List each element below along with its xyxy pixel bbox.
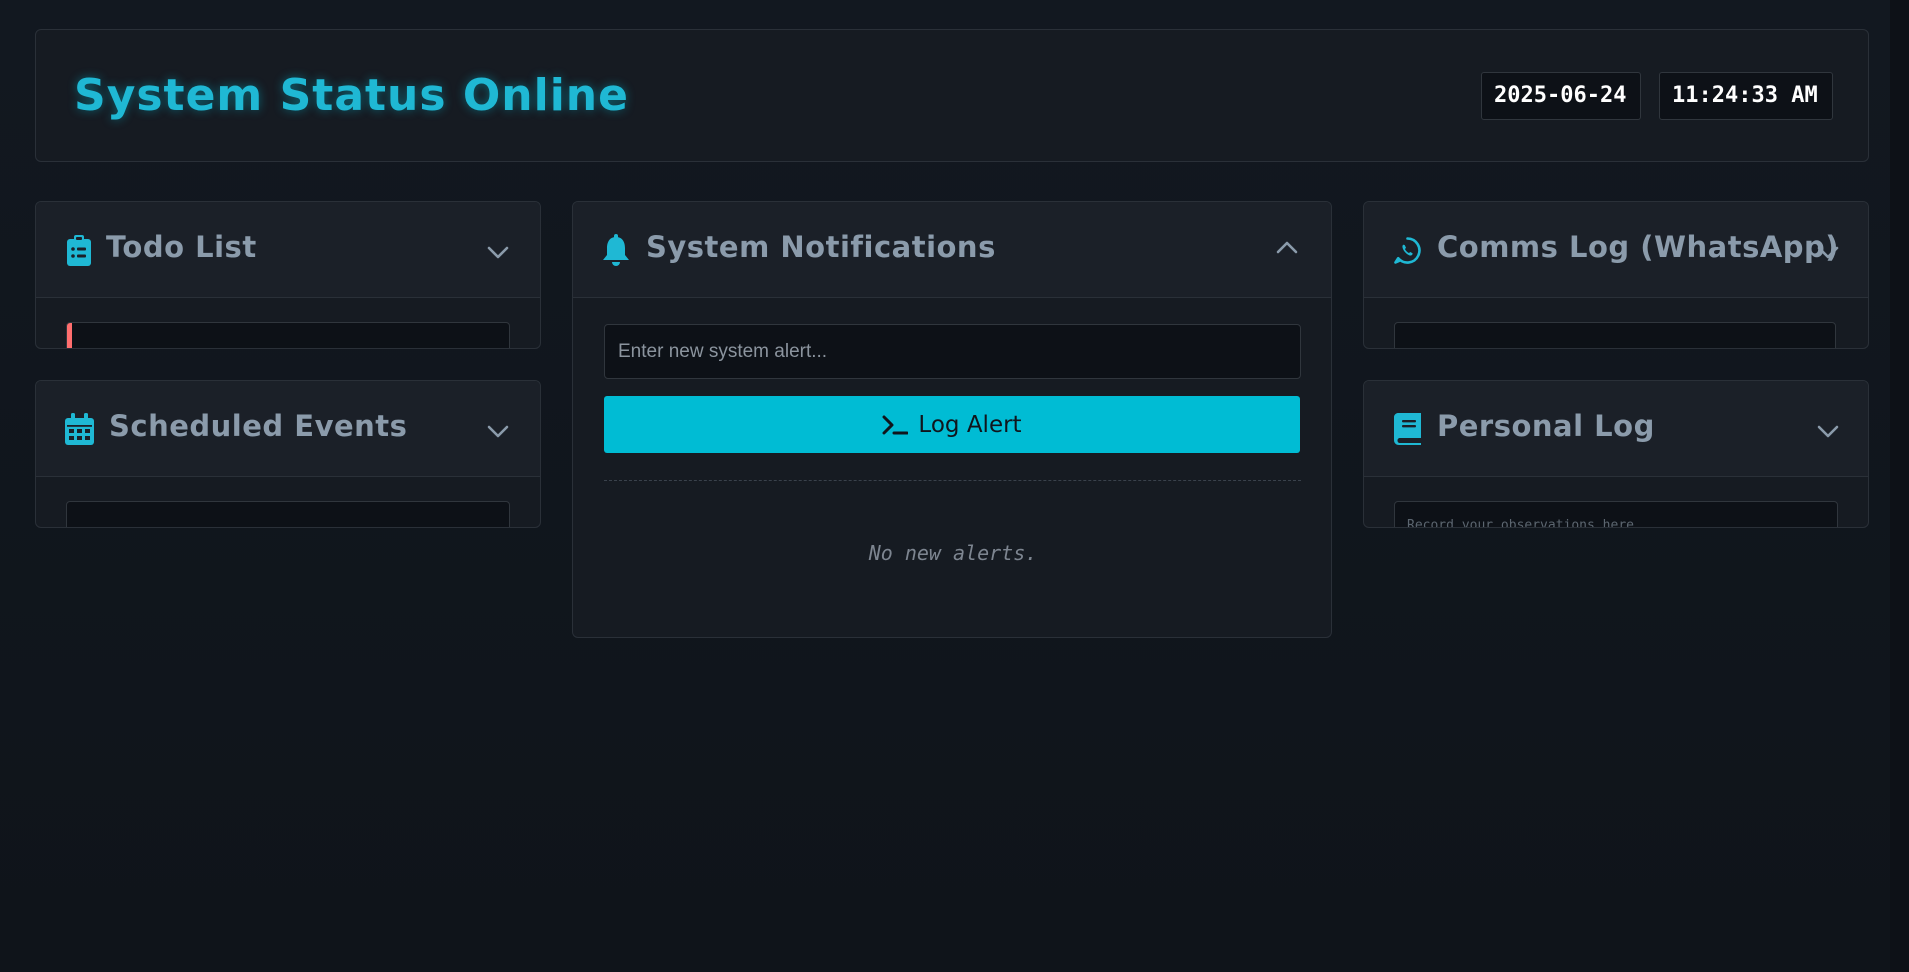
- book-icon: [1392, 413, 1422, 445]
- log-alert-button[interactable]: Log Alert: [604, 396, 1300, 453]
- events-panel-header[interactable]: Scheduled Events: [36, 381, 540, 477]
- comms-panel-title: Comms Log (WhatsApp): [1437, 230, 1840, 264]
- terminal-icon: [882, 415, 909, 434]
- alert-input[interactable]: [604, 324, 1301, 379]
- personal-log-panel-header[interactable]: Personal Log: [1364, 381, 1868, 477]
- events-panel: Scheduled Events: [35, 380, 541, 528]
- comms-panel-header[interactable]: Comms Log (WhatsApp): [1364, 202, 1868, 298]
- event-item[interactable]: [66, 501, 510, 527]
- chevron-down-icon[interactable]: [486, 240, 510, 264]
- bell-icon: [601, 234, 631, 266]
- comms-entry[interactable]: [1394, 322, 1836, 348]
- clipboard-list-icon: [64, 234, 94, 266]
- priority-indicator: [67, 323, 72, 348]
- dashboard-page: System Status Online 2025-06-24 11:24:33…: [0, 0, 1909, 972]
- todo-panel-header[interactable]: Todo List: [36, 202, 540, 298]
- personal-log-panel-title: Personal Log: [1437, 409, 1655, 443]
- divider: [604, 480, 1301, 481]
- todo-panel-title: Todo List: [106, 230, 257, 264]
- notifications-panel: System Notifications Log Alert No new al…: [572, 201, 1332, 638]
- todo-item[interactable]: [66, 322, 510, 348]
- clock-display: 11:24:33 AM: [1659, 72, 1833, 120]
- comms-panel: Comms Log (WhatsApp): [1363, 201, 1869, 349]
- scrollbar[interactable]: [1890, 0, 1909, 972]
- notifications-panel-title: System Notifications: [646, 230, 996, 264]
- log-alert-button-label: Log Alert: [918, 411, 1022, 438]
- status-header: System Status Online 2025-06-24 11:24:33…: [35, 29, 1869, 162]
- page-title: System Status Online: [74, 70, 629, 121]
- date-display: 2025-06-24: [1481, 72, 1641, 120]
- chevron-down-icon[interactable]: [1816, 419, 1840, 443]
- whatsapp-icon: [1392, 234, 1422, 266]
- personal-log-textarea[interactable]: Record your observations here...: [1394, 501, 1838, 528]
- notifications-panel-header[interactable]: System Notifications: [573, 202, 1331, 298]
- chevron-down-icon[interactable]: [1816, 240, 1840, 264]
- personal-log-panel: Personal Log Record your observations he…: [1363, 380, 1869, 528]
- chevron-up-icon[interactable]: [1275, 236, 1299, 260]
- chevron-down-icon[interactable]: [486, 419, 510, 443]
- personal-log-placeholder: Record your observations here...: [1407, 518, 1658, 528]
- calendar-icon: [64, 413, 94, 445]
- empty-alerts-message: No new alerts.: [868, 541, 1038, 565]
- todo-panel: Todo List: [35, 201, 541, 349]
- events-panel-title: Scheduled Events: [109, 409, 408, 443]
